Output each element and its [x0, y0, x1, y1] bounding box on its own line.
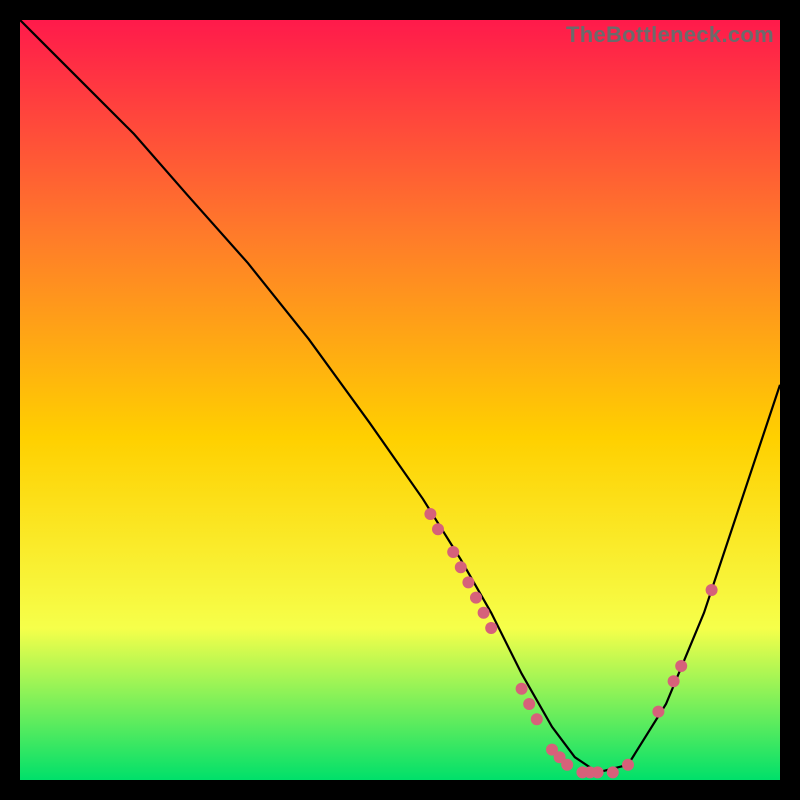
highlight-point [516, 683, 528, 695]
highlight-point [424, 508, 436, 520]
chart-frame: TheBottleneck.com [20, 20, 780, 780]
chart-svg [20, 20, 780, 780]
highlight-point [652, 706, 664, 718]
watermark-text: TheBottleneck.com [566, 22, 774, 48]
highlight-point [675, 660, 687, 672]
highlight-point [478, 607, 490, 619]
highlight-point [462, 576, 474, 588]
highlight-point [447, 546, 459, 558]
highlight-point [523, 698, 535, 710]
highlight-point [470, 592, 482, 604]
highlight-point [432, 523, 444, 535]
highlight-point [485, 622, 497, 634]
highlight-point [607, 766, 619, 778]
highlight-point [668, 675, 680, 687]
highlight-point [531, 713, 543, 725]
chart-plot-area [20, 20, 780, 780]
highlight-point [455, 561, 467, 573]
highlight-point [592, 766, 604, 778]
highlight-point [622, 759, 634, 771]
highlight-point [706, 584, 718, 596]
highlight-point [561, 759, 573, 771]
